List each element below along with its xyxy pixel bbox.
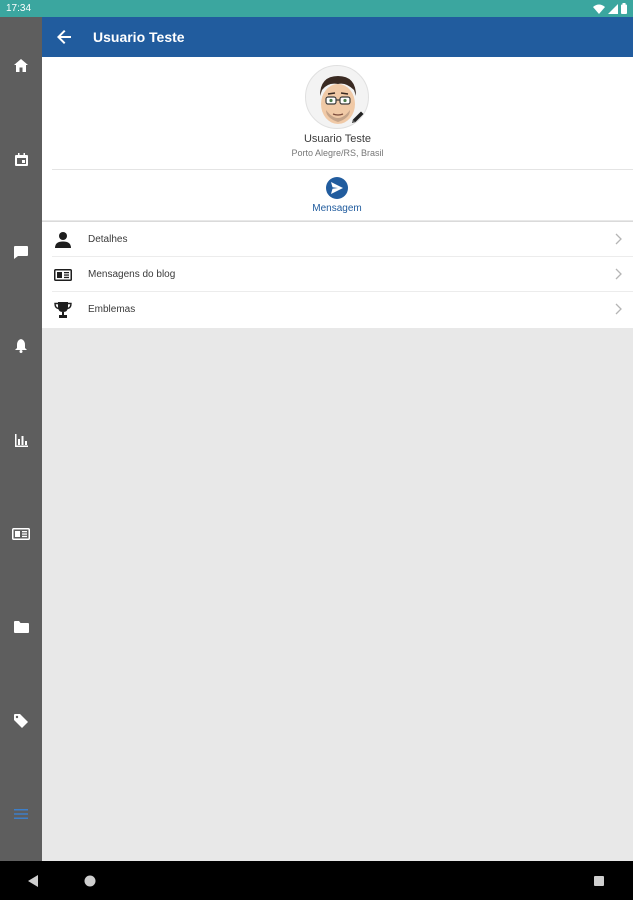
nav-home[interactable] [0,50,42,80]
system-navigation-bar [0,861,633,900]
chevron-right-icon [615,303,622,315]
nav-menu[interactable] [0,799,42,829]
folder-icon [13,621,29,633]
divider [52,169,633,170]
message-button[interactable]: Mensagem [297,175,377,217]
status-bar: 17:34 [0,0,633,17]
profile-card: Usuario Teste Porto Alegre/RS, Brasil Me… [42,57,633,220]
pencil-icon [352,111,364,123]
menu-icon [14,809,28,819]
nav-chat[interactable] [0,237,42,267]
status-time: 17:34 [6,3,32,14]
page-title: Usuario Teste [93,29,185,45]
trophy-icon [54,302,72,318]
recents-square-icon[interactable] [591,873,607,889]
menu-item-label: Emblemas [88,304,136,315]
nav-blog[interactable] [0,519,42,549]
menu-item-label: Detalhes [88,234,128,245]
newspaper-icon [12,528,30,540]
message-button-label: Mensagem [312,203,362,214]
battery-icon [621,3,627,14]
home-circle-icon[interactable] [82,873,98,889]
tag-icon [14,714,28,728]
nav-reports[interactable] [0,425,42,455]
menu-item-blog-posts[interactable]: Mensagens do blog [42,257,633,292]
arrow-back-icon [57,30,71,44]
nav-calendar[interactable] [0,144,42,174]
chevron-right-icon [615,233,622,245]
calendar-icon [14,152,28,166]
profile-menu-list: Detalhes Mensagens do blog Emblemas [42,221,633,328]
back-triangle-icon[interactable] [26,873,42,889]
menu-item-badges[interactable]: Emblemas [42,292,633,327]
menu-item-details[interactable]: Detalhes [42,222,633,257]
profile-location: Porto Alegre/RS, Brasil [291,148,384,158]
status-icons [593,3,627,14]
chevron-right-icon [615,268,622,280]
send-message-icon [326,177,348,199]
nav-notifications[interactable] [0,331,42,361]
nav-files[interactable] [0,612,42,642]
nav-tags[interactable] [0,706,42,736]
home-icon [14,58,28,72]
edit-avatar-button[interactable] [350,109,366,125]
wifi-icon [593,4,605,14]
navigation-rail [0,17,42,861]
signal-icon [608,3,618,14]
back-button[interactable] [52,25,76,49]
chat-icon [14,245,28,259]
bell-icon [15,339,27,353]
bar-chart-icon [14,433,28,447]
newspaper-icon [54,269,72,281]
app-bar: Usuario Teste [42,17,633,57]
profile-name: Usuario Teste [303,133,372,145]
menu-item-label: Mensagens do blog [88,269,176,280]
person-icon [55,232,71,248]
